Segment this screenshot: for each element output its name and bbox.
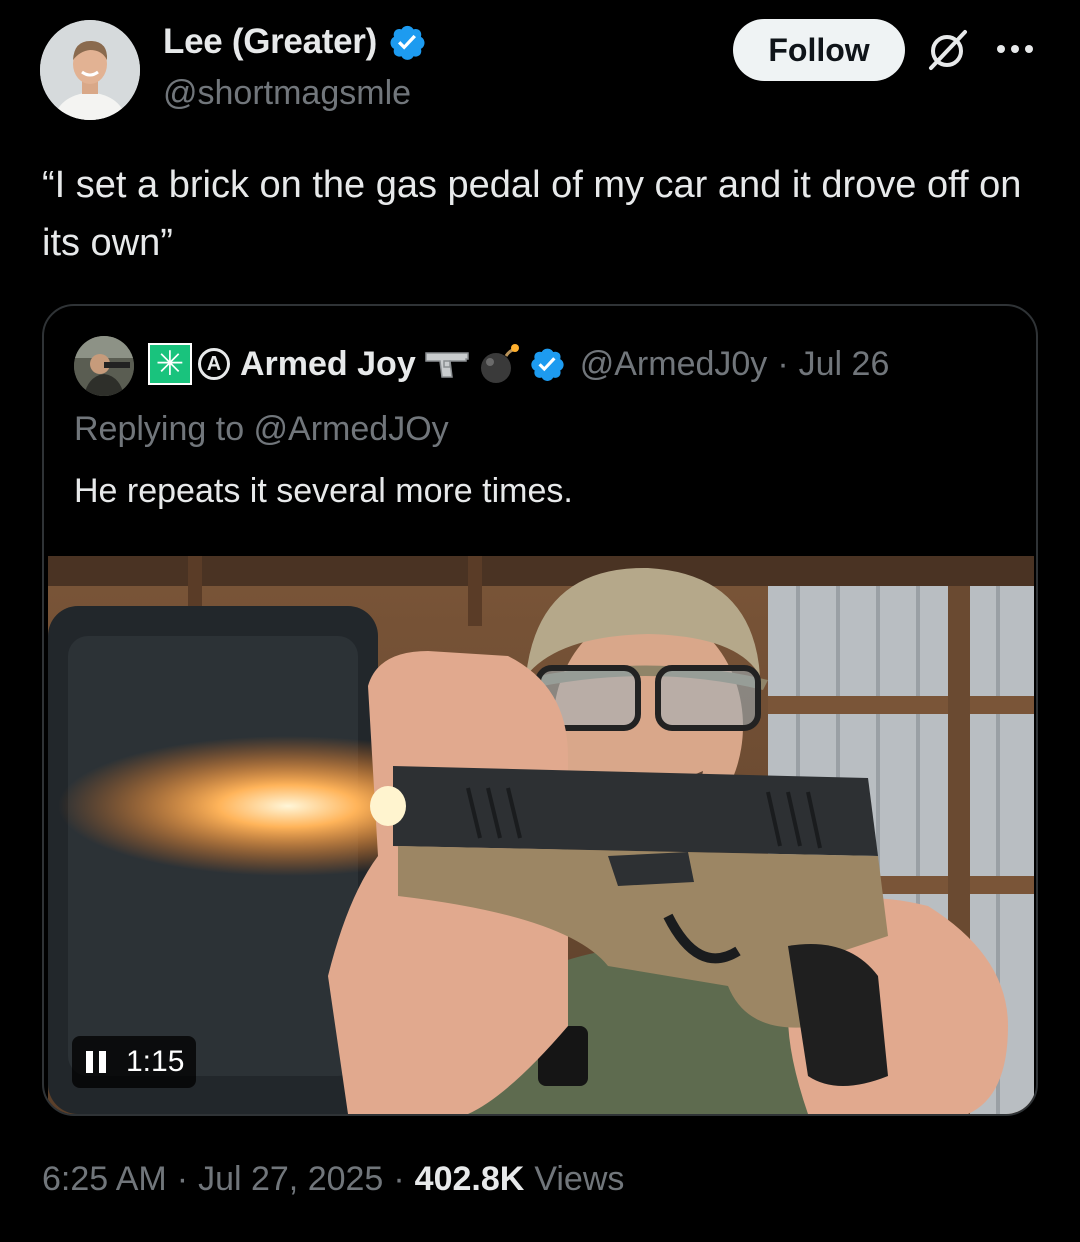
quoted-tweet[interactable]: ✳ A Armed Joy @ArmedJ0y · Jul 26 Replyin… bbox=[42, 304, 1038, 1116]
replying-to[interactable]: Replying to @ArmedJOy bbox=[74, 410, 449, 449]
quote-handle[interactable]: @ArmedJ0y bbox=[580, 345, 768, 384]
tweet: Lee (Greater) @shortmagsmle Follow “I se… bbox=[0, 0, 1080, 1242]
tweet-meta: 6:25 AM · Jul 27, 2025 · 402.8K Views bbox=[42, 1160, 624, 1199]
green-asterisk-badge: ✳ bbox=[148, 343, 192, 385]
pause-icon[interactable] bbox=[86, 1051, 106, 1073]
quote-separator: · bbox=[777, 344, 789, 383]
author-name-row[interactable]: Lee (Greater) bbox=[163, 22, 427, 62]
grok-icon[interactable] bbox=[925, 27, 971, 73]
author-display-name[interactable]: Lee (Greater) bbox=[163, 22, 377, 62]
quote-display-name[interactable]: Armed Joy bbox=[240, 345, 416, 384]
author-handle[interactable]: @shortmagsmle bbox=[163, 74, 411, 113]
quote-verified-badge-icon bbox=[531, 348, 564, 381]
tweet-text: “I set a brick on the gas pedal of my ca… bbox=[42, 164, 1022, 264]
views-count[interactable]: 402.8K bbox=[415, 1160, 525, 1199]
bomb-emoji-icon bbox=[480, 344, 519, 383]
pistol-emoji-icon bbox=[424, 352, 469, 378]
meta-separator: · bbox=[393, 1160, 405, 1198]
video-frame-image bbox=[48, 556, 1034, 1114]
quote-author-avatar[interactable] bbox=[74, 336, 134, 396]
quote-date[interactable]: Jul 26 bbox=[799, 345, 890, 384]
author-avatar[interactable] bbox=[40, 20, 140, 120]
video-duration: 1:15 bbox=[126, 1045, 185, 1078]
verified-badge-icon bbox=[390, 25, 425, 60]
quote-text: He repeats it several more times. bbox=[74, 472, 573, 510]
quote-header: ✳ A Armed Joy @ArmedJ0y · Jul 26 bbox=[148, 342, 889, 386]
circle-a-icon: A bbox=[198, 348, 230, 380]
views-label: Views bbox=[534, 1160, 625, 1198]
more-icon[interactable] bbox=[995, 37, 1035, 61]
post-date[interactable]: Jul 27, 2025 bbox=[198, 1160, 383, 1199]
video-timer[interactable]: 1:15 bbox=[72, 1036, 197, 1088]
post-time[interactable]: 6:25 AM bbox=[42, 1160, 167, 1199]
quote-video[interactable]: 1:15 bbox=[48, 556, 1034, 1114]
meta-separator: · bbox=[176, 1160, 189, 1198]
follow-button[interactable]: Follow bbox=[733, 19, 905, 81]
